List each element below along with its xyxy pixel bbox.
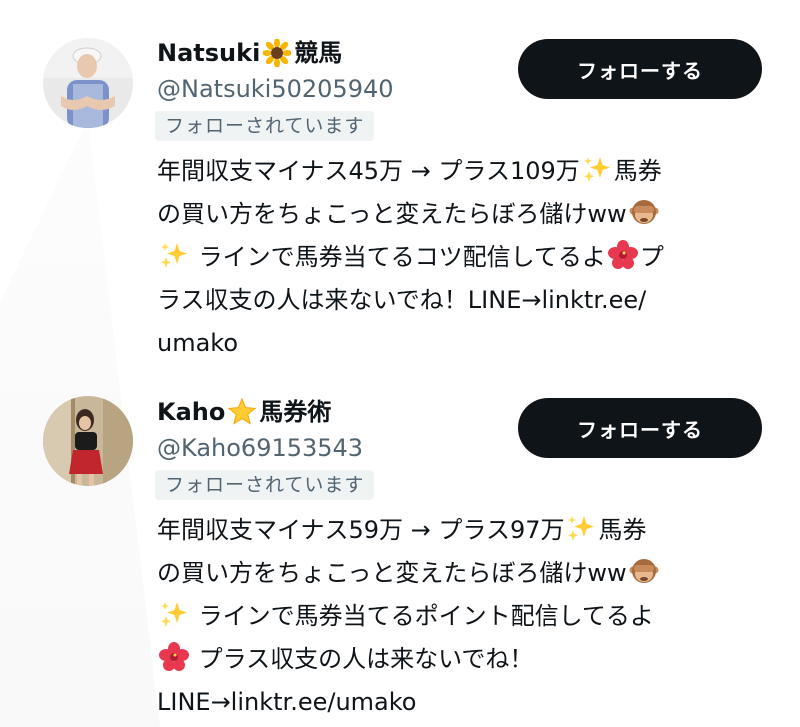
follows-you-badge: フォローされています	[155, 111, 375, 141]
user-cell-natsuki[interactable]: Natsuki 競馬 @Natsuki50205940 フォローされています フ…	[0, 37, 800, 357]
user-handle[interactable]: @Natsuki50205940	[157, 73, 394, 105]
bio-text: の買い方をちょこっと変えたらぼろ儲けww	[157, 200, 627, 228]
avatar[interactable]	[43, 38, 133, 128]
star-icon	[228, 398, 257, 426]
sparkles-icon	[566, 513, 596, 543]
bio-text: 馬券	[613, 157, 662, 185]
bio-line: の買い方をちょこっと変えたらぼろ儲けww	[157, 552, 757, 595]
bio-text: ラス収支の人は来ないでね！LINE→linktr.ee/	[157, 286, 647, 314]
bio-text: ラインで馬券当てるコツ配信してるよ	[191, 243, 606, 271]
user-handle[interactable]: @Kaho69153543	[157, 432, 363, 464]
see-no-evil-monkey-icon	[629, 556, 659, 586]
bio-line: umako	[157, 322, 757, 365]
bio-text: ラインで馬券当てるポイント配信してるよ	[191, 602, 654, 630]
sparkles-icon	[159, 599, 189, 629]
bio-line: ラインで馬券当てるポイント配信してるよ	[157, 595, 757, 638]
bio-line: の買い方をちょこっと変えたらぼろ儲けww	[157, 193, 757, 236]
user-bio: 年間収支マイナス59万 → プラス97万 馬券の買い方をちょこっと変えたらぼろ儲…	[157, 509, 757, 724]
user-bio: 年間収支マイナス45万 → プラス109万 馬券の買い方をちょこっと変えたらぼろ…	[157, 150, 757, 365]
sparkles-icon	[582, 154, 612, 184]
hibiscus-icon	[607, 240, 638, 270]
avatar-photo-kaho	[43, 396, 133, 486]
bio-line: 年間収支マイナス45万 → プラス109万 馬券	[157, 150, 757, 193]
display-name[interactable]: Natsuki 競馬	[157, 37, 342, 69]
display-name-text: Kaho	[157, 398, 226, 426]
follow-button[interactable]: フォローする	[518, 39, 762, 99]
bio-text: 年間収支マイナス59万 → プラス97万	[157, 516, 565, 544]
bio-line: LINE→linktr.ee/umako	[157, 681, 757, 724]
follows-you-badge: フォローされています	[155, 470, 375, 500]
bio-text: プラス収支の人は来ないでね！	[191, 645, 534, 673]
bio-line: ラス収支の人は来ないでね！LINE→linktr.ee/	[157, 279, 757, 322]
bio-text: 馬券	[598, 516, 647, 544]
user-cell-kaho[interactable]: Kaho 馬券術 @Kaho69153543 フォローされています フォローする…	[0, 396, 800, 716]
sparkles-icon	[159, 240, 189, 270]
display-name-suffix: 競馬	[294, 39, 343, 67]
bio-text: の買い方をちょこっと変えたらぼろ儲けww	[157, 559, 627, 587]
bio-line: ラインで馬券当てるコツ配信してるよ プ	[157, 236, 757, 279]
display-name-text: Natsuki	[157, 39, 261, 67]
see-no-evil-monkey-icon	[629, 197, 659, 227]
bio-line: 年間収支マイナス59万 → プラス97万 馬券	[157, 509, 757, 552]
display-name[interactable]: Kaho 馬券術	[157, 396, 331, 428]
avatar-photo-natsuki	[43, 38, 133, 128]
bio-line: プラス収支の人は来ないでね！	[157, 638, 757, 681]
display-name-suffix: 馬券術	[259, 398, 332, 426]
bio-text: LINE→linktr.ee/umako	[157, 688, 417, 716]
bio-text: プ	[639, 243, 664, 271]
bio-text: 年間収支マイナス45万 → プラス109万	[157, 157, 580, 185]
sunflower-icon	[263, 39, 292, 67]
bio-text: umako	[157, 329, 239, 357]
hibiscus-icon	[159, 642, 189, 672]
avatar[interactable]	[43, 396, 133, 486]
follow-button[interactable]: フォローする	[518, 398, 762, 458]
